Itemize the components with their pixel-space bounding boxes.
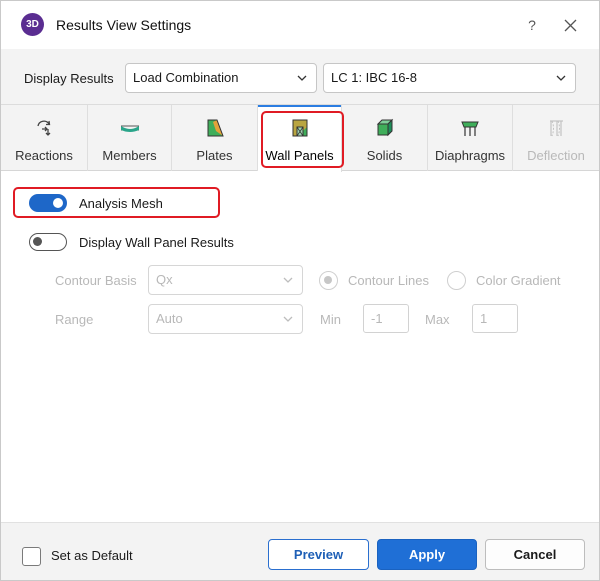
display-results-label: Display Results <box>24 71 114 86</box>
load-combination-select[interactable]: LC 1: IBC 16-8 <box>323 63 576 93</box>
set-as-default-label: Set as Default <box>51 548 133 563</box>
tab-members[interactable]: Members <box>88 105 172 171</box>
app-logo-icon: 3D <box>21 13 44 36</box>
chevron-down-icon <box>556 75 566 81</box>
preview-button[interactable]: Preview <box>268 539 369 570</box>
load-combination-value: LC 1: IBC 16-8 <box>331 70 417 85</box>
contour-basis-label: Contour Basis <box>55 273 137 288</box>
tab-solids[interactable]: Solids <box>342 105 428 171</box>
plates-icon <box>207 119 224 137</box>
color-gradient-radio[interactable] <box>447 271 466 290</box>
chevron-down-icon <box>283 277 293 283</box>
contour-basis-value: Qx <box>156 272 173 287</box>
range-min-input[interactable]: -1 <box>363 304 409 333</box>
result-type-select[interactable]: Load Combination <box>125 63 317 93</box>
range-max-input[interactable]: 1 <box>472 304 518 333</box>
dialog-title: Results View Settings <box>56 17 192 33</box>
contour-basis-select[interactable]: Qx <box>148 265 303 295</box>
help-button[interactable]: ? <box>522 15 542 35</box>
range-min-label: Min <box>320 312 341 327</box>
range-max-label: Max <box>425 312 450 327</box>
tab-label: Wall Panels <box>265 148 334 163</box>
solids-icon <box>376 118 393 137</box>
deflection-icon <box>550 120 563 137</box>
chevron-down-icon <box>297 75 307 81</box>
contour-lines-radio[interactable] <box>319 271 338 290</box>
contour-lines-label: Contour Lines <box>348 273 429 288</box>
title-bar: 3D Results View Settings ? <box>1 1 599 49</box>
tab-plates[interactable]: Plates <box>172 105 258 171</box>
set-as-default-checkbox[interactable] <box>22 547 41 566</box>
tab-diaphragms[interactable]: Diaphragms <box>428 105 513 171</box>
tab-deflection[interactable]: Deflection <box>513 105 599 171</box>
tab-label: Diaphragms <box>434 148 506 163</box>
close-icon <box>564 19 576 31</box>
tab-reactions[interactable]: Reactions <box>1 105 88 171</box>
cancel-button[interactable]: Cancel <box>485 539 585 570</box>
analysis-mesh-toggle[interactable] <box>29 194 67 212</box>
tab-wall-panels[interactable]: Wall Panels <box>258 105 342 172</box>
display-results-bar: Display Results Load Combination LC 1: I… <box>1 49 599 105</box>
members-icon <box>120 125 139 132</box>
close-button[interactable] <box>559 14 581 36</box>
tab-label: Deflection <box>527 148 585 163</box>
color-gradient-label: Color Gradient <box>476 273 561 288</box>
range-select[interactable]: Auto <box>148 304 303 334</box>
tab-label: Plates <box>196 148 233 163</box>
chevron-down-icon <box>283 316 293 322</box>
tab-label: Members <box>102 148 157 163</box>
dialog-footer: Set as Default Preview Apply Cancel <box>1 522 599 580</box>
range-value: Auto <box>156 311 183 326</box>
reactions-icon <box>37 120 51 136</box>
diaphragms-icon <box>461 121 479 136</box>
result-tabs: Reactions Members Plates Wall Panels Sol… <box>1 105 599 172</box>
results-view-settings-dialog: 3D Results View Settings ? Display Resul… <box>0 0 600 581</box>
wall-panels-icon <box>292 119 307 137</box>
apply-button[interactable]: Apply <box>377 539 477 570</box>
result-type-value: Load Combination <box>133 70 239 85</box>
tab-label: Solids <box>366 148 403 163</box>
wall-panel-results-label: Display Wall Panel Results <box>79 235 234 250</box>
range-label: Range <box>55 312 94 327</box>
analysis-mesh-label: Analysis Mesh <box>79 196 163 211</box>
wall-panel-results-toggle[interactable] <box>29 233 67 251</box>
tab-label: Reactions <box>15 148 73 163</box>
